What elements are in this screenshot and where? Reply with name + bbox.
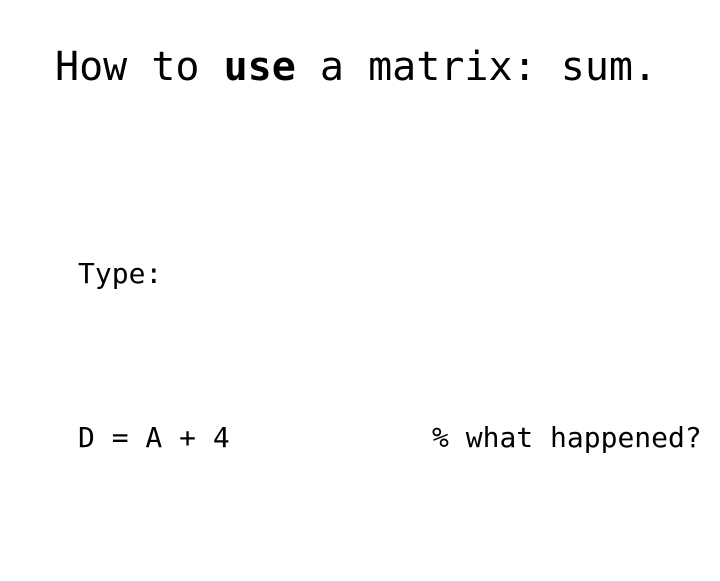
page-title: How to use a matrix: sum. xyxy=(55,44,657,90)
code-example-block: Type: D = A + 4 % what happened? xyxy=(78,130,702,581)
title-text-before-emphasis: How to xyxy=(55,44,224,90)
type-instruction-line: Type: xyxy=(78,253,702,294)
slide-canvas: How to use a matrix: sum. Type: D = A + … xyxy=(0,0,720,540)
code-statement-line: D = A + 4 % what happened? xyxy=(78,417,702,458)
title-text-after-emphasis: a matrix: sum. xyxy=(295,44,658,90)
code-comment: % what happened? xyxy=(432,421,702,454)
code-comment-spacer xyxy=(230,421,432,454)
type-instruction-label: Type: xyxy=(78,257,163,290)
title-emphasis-word: use xyxy=(223,44,296,90)
code-statement: D = A + 4 xyxy=(78,421,230,454)
